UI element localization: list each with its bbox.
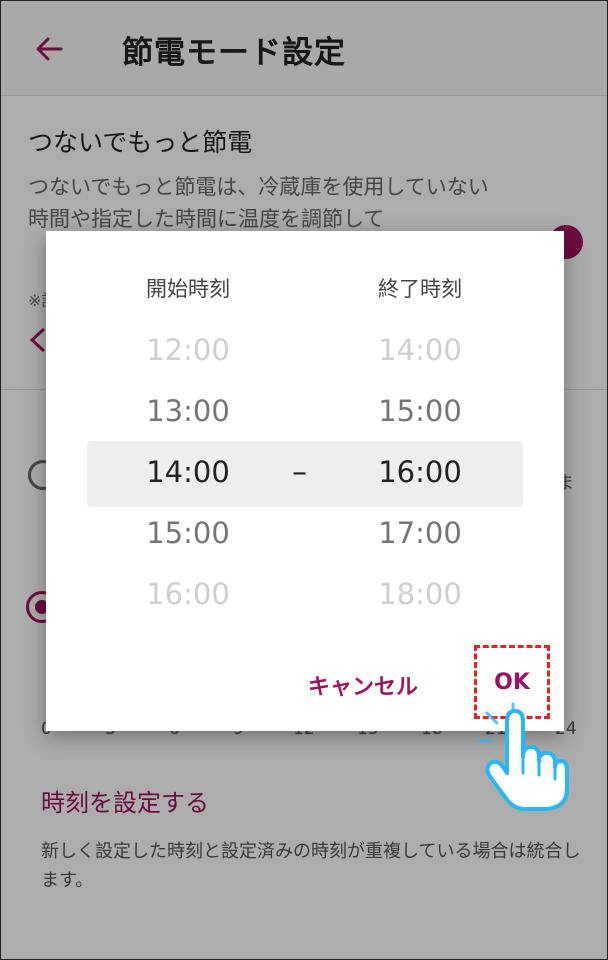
end-time-option[interactable]: 15:00: [320, 394, 520, 428]
pointing-hand-icon: [478, 702, 569, 811]
time-picker-dialog: 開始時刻 終了時刻 12:00 13:00 14:00 15:00 16:00 …: [46, 231, 564, 731]
ok-button-label: OK: [494, 669, 530, 695]
start-time-selected[interactable]: 14:00: [88, 455, 288, 489]
start-time-option[interactable]: 15:00: [88, 516, 288, 550]
end-time-selected[interactable]: 16:00: [320, 455, 520, 489]
start-time-option[interactable]: 16:00: [88, 577, 288, 611]
start-time-header: 開始時刻: [146, 277, 230, 301]
cancel-button[interactable]: キャンセル: [308, 669, 418, 701]
start-time-option[interactable]: 12:00: [88, 333, 288, 367]
end-time-option[interactable]: 17:00: [320, 516, 520, 550]
start-time-option[interactable]: 13:00: [88, 394, 288, 428]
end-time-option[interactable]: 14:00: [320, 333, 520, 367]
end-time-option[interactable]: 18:00: [320, 577, 520, 611]
range-separator: –: [292, 455, 307, 490]
end-time-header: 終了時刻: [378, 277, 462, 301]
screen: 節電モード設定 つないでもっと節電 つないでもっと節電は、冷蔵庫を使用していない…: [0, 0, 608, 960]
